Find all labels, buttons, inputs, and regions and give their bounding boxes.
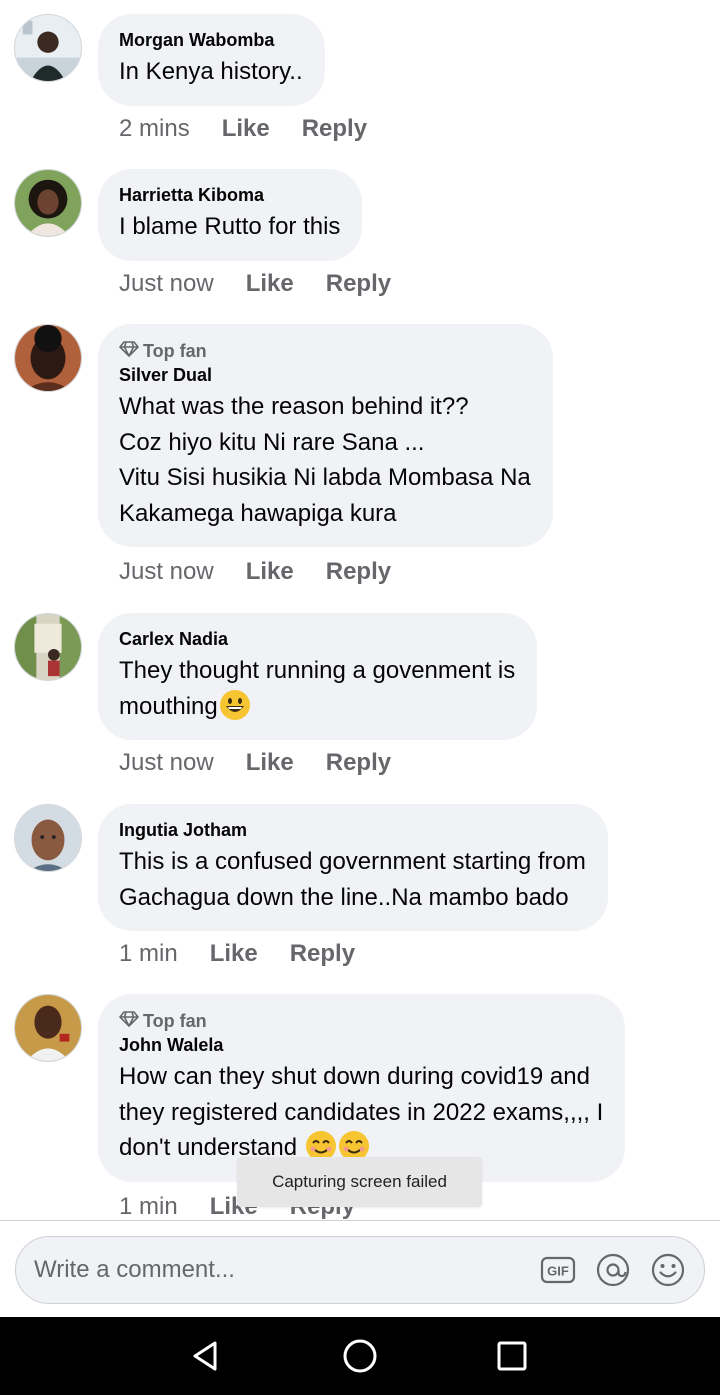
comment-actions: 2 mins Like Reply xyxy=(119,114,367,144)
comment-time: Just now xyxy=(119,749,214,776)
top-fan-label: Top fan xyxy=(143,340,207,361)
comment-bubble[interactable]: Harrietta Kiboma I blame Rutto for this xyxy=(98,169,363,261)
comment-bubble[interactable]: Top fan Silver Dual What was the reason … xyxy=(98,324,553,547)
comment-input[interactable] xyxy=(34,1237,534,1302)
comment-bubble[interactable]: Ingutia Jotham This is a confused govern… xyxy=(98,804,608,931)
top-fan-badge: Top fan xyxy=(119,338,531,363)
comment-author[interactable]: Harrietta Kiboma xyxy=(119,183,340,207)
system-navigation-bar xyxy=(0,1317,720,1395)
reply-button[interactable]: Reply xyxy=(290,939,355,969)
comment-time: 2 mins xyxy=(119,115,190,142)
comment-author[interactable]: Carlex Nadia xyxy=(119,627,515,651)
comment-actions: Just now Like Reply xyxy=(119,748,391,778)
comment-time: 1 min xyxy=(119,1193,178,1220)
comment-composer-bar: GIF xyxy=(0,1220,720,1317)
reply-button[interactable]: Reply xyxy=(326,748,391,778)
like-button[interactable]: Like xyxy=(246,269,294,299)
comment-text: They thought running a govenment is mout… xyxy=(119,653,515,724)
recents-icon[interactable] xyxy=(492,1336,532,1376)
like-button[interactable]: Like xyxy=(222,114,270,144)
comment-composer[interactable]: GIF xyxy=(15,1236,705,1304)
comment-time: Just now xyxy=(119,270,214,297)
avatar[interactable] xyxy=(14,14,82,82)
comment-actions: 1 min Like Reply xyxy=(119,939,355,969)
reply-button[interactable]: Reply xyxy=(326,269,391,299)
avatar[interactable] xyxy=(14,994,82,1062)
comment-text: How can they shut down during covid19 an… xyxy=(119,1059,603,1166)
top-fan-label: Top fan xyxy=(143,1010,207,1031)
like-button[interactable]: Like xyxy=(246,557,294,587)
comment-text: This is a confused government starting f… xyxy=(119,848,586,911)
home-icon[interactable] xyxy=(340,1336,380,1376)
diamond-icon xyxy=(119,1009,139,1033)
comment-author[interactable]: Silver Dual xyxy=(119,363,531,387)
comment-actions: Just now Like Reply xyxy=(119,557,391,587)
comment-author[interactable]: Morgan Wabomba xyxy=(119,28,303,52)
comment-time: Just now xyxy=(119,558,214,585)
top-fan-badge: Top fan xyxy=(119,1008,603,1033)
avatar[interactable] xyxy=(14,324,82,392)
mention-icon[interactable] xyxy=(594,1251,632,1289)
grinning-emoji-icon xyxy=(219,689,251,721)
comment-text: What was the reason behind it?? Coz hiyo… xyxy=(119,393,531,527)
emoji-icon[interactable] xyxy=(649,1251,687,1289)
comment-text: In Kenya history.. xyxy=(119,58,303,85)
avatar[interactable] xyxy=(14,804,82,872)
comment-feed[interactable]: Morgan Wabomba In Kenya history.. 2 mins… xyxy=(0,0,720,1220)
comment-bubble[interactable]: Top fan John Walela How can they shut do… xyxy=(98,994,626,1182)
like-button[interactable]: Like xyxy=(246,748,294,778)
comment-time: 1 min xyxy=(119,940,178,967)
comment-text-content: They thought running a govenment is mout… xyxy=(119,657,516,720)
reply-button[interactable]: Reply xyxy=(326,557,391,587)
avatar[interactable] xyxy=(14,169,82,237)
avatar[interactable] xyxy=(14,613,82,681)
diamond-icon xyxy=(119,339,139,363)
comment-bubble[interactable]: Carlex Nadia They thought running a gove… xyxy=(98,613,538,740)
gif-icon[interactable]: GIF xyxy=(539,1251,577,1289)
comment-author[interactable]: Ingutia Jotham xyxy=(119,818,586,842)
comment-bubble[interactable]: Morgan Wabomba In Kenya history.. xyxy=(98,14,325,106)
comment-author[interactable]: John Walela xyxy=(119,1033,603,1057)
svg-text:GIF: GIF xyxy=(547,1264,569,1279)
back-icon[interactable] xyxy=(186,1336,226,1376)
toast-message: Capturing screen failed xyxy=(237,1157,482,1207)
reply-button[interactable]: Reply xyxy=(302,114,367,144)
comment-text: I blame Rutto for this xyxy=(119,213,341,240)
like-button[interactable]: Like xyxy=(210,939,258,969)
comment-actions: Just now Like Reply xyxy=(119,269,391,299)
